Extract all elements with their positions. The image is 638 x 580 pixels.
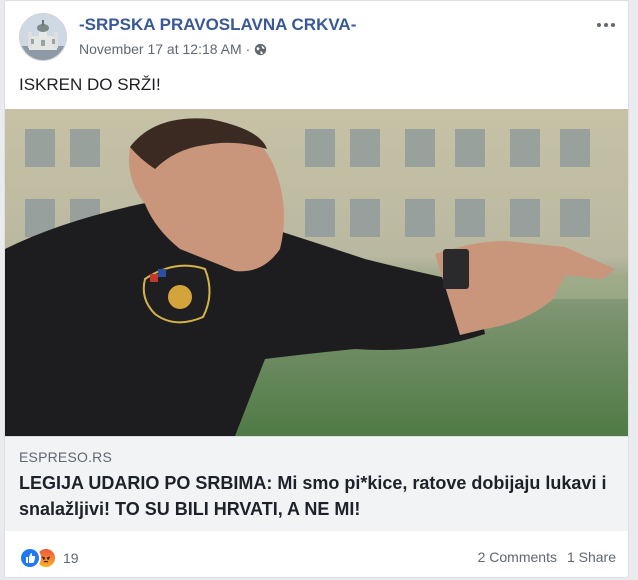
facebook-post: -SRPSKA PRAVOSLAVNA CRKVA- November 17 a… bbox=[4, 0, 629, 578]
more-dot bbox=[604, 23, 608, 27]
church-icon bbox=[20, 14, 66, 60]
more-dot bbox=[611, 23, 615, 27]
meta-separator: · bbox=[245, 41, 251, 57]
link-title[interactable]: LEGIJA UDARIO PO SRBIMA: Mi smo pi*kice,… bbox=[19, 470, 615, 522]
page-avatar[interactable] bbox=[19, 13, 67, 61]
post-footer: 19 2 Comments 1 Share bbox=[5, 531, 628, 579]
more-options-icon[interactable] bbox=[594, 15, 618, 35]
shares-count-link[interactable]: 1 Share bbox=[567, 549, 616, 565]
post-meta: November 17 at 12:18 AM · bbox=[79, 41, 267, 57]
post-timestamp[interactable]: November 17 at 12:18 AM bbox=[79, 41, 242, 57]
reactions-summary[interactable]: 19 bbox=[19, 547, 79, 569]
link-preview-image[interactable] bbox=[5, 109, 628, 436]
more-dot bbox=[597, 23, 601, 27]
link-caption[interactable]: ESPRESO.RS LEGIJA UDARIO PO SRBIMA: Mi s… bbox=[5, 436, 628, 531]
page-name-link[interactable]: -SRPSKA PRAVOSLAVNA CRKVA- bbox=[79, 15, 356, 35]
globe-icon[interactable] bbox=[254, 43, 267, 56]
like-icon bbox=[19, 547, 41, 569]
post-text: ISKREN DO SRŽI! bbox=[19, 75, 161, 94]
article-photo bbox=[5, 109, 628, 436]
link-preview-card[interactable]: ESPRESO.RS LEGIJA UDARIO PO SRBIMA: Mi s… bbox=[5, 109, 628, 531]
reaction-count[interactable]: 19 bbox=[63, 550, 79, 566]
engagement-stats: 2 Comments 1 Share bbox=[478, 549, 616, 565]
comments-count-link[interactable]: 2 Comments bbox=[478, 549, 557, 565]
link-domain: ESPRESO.RS bbox=[19, 449, 113, 465]
post-header: -SRPSKA PRAVOSLAVNA CRKVA- November 17 a… bbox=[5, 1, 628, 71]
